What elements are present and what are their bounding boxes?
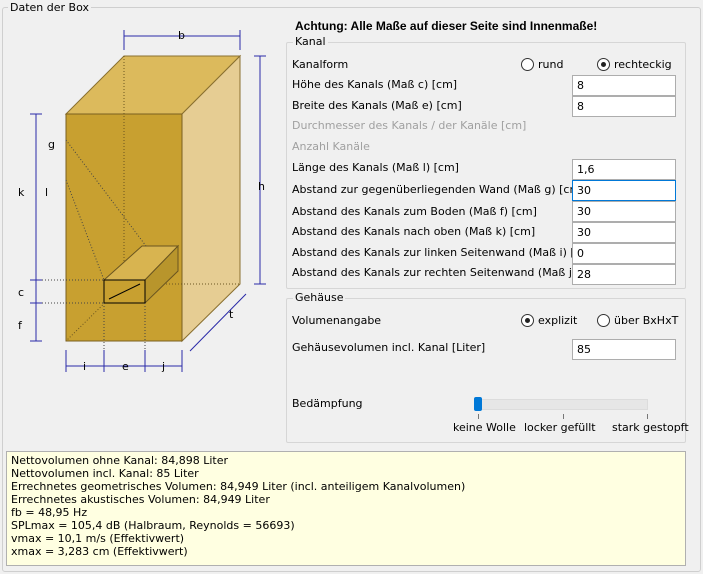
volumenangabe-label: Volumenangabe — [292, 314, 382, 327]
innenmass-warning: Achtung: Alle Maße auf dieser Seite sind… — [295, 19, 598, 33]
result-line: xmax = 3,283 cm (Effektivwert) — [11, 545, 188, 558]
abstand-rechts-label: Abstand des Kanals zur rechten Seitenwan… — [292, 266, 606, 279]
result-line: Nettovolumen ohne Kanal: 84,898 Liter — [11, 454, 229, 467]
kanal-breite-label: Breite des Kanals (Maß e) [cm] — [292, 99, 462, 112]
result-line: SPLmax = 105,4 dB (Halbraum, Reynolds = … — [11, 519, 295, 532]
kanal-anzahl-label: Anzahl Kanäle — [292, 140, 370, 153]
gehaeusevolumen-input[interactable]: 85 — [572, 339, 676, 360]
kanal-laenge-input[interactable]: 1,6 — [572, 159, 676, 180]
radio-explizit[interactable]: explizit — [521, 314, 577, 327]
result-line: vmax = 10,1 m/s (Effektivwert) — [11, 532, 185, 545]
abstand-wand-input[interactable]: 30 — [572, 180, 676, 201]
dim-label-j: j — [161, 360, 165, 373]
box-diagram: b h t g k l c f i e j — [18, 29, 266, 373]
result-line: Errechnetes geometrisches Volumen: 84,94… — [11, 480, 466, 493]
abstand-oben-input[interactable]: 30 — [572, 222, 676, 243]
slider-tick — [647, 414, 648, 419]
radio-rechteckig-label: rechteckig — [614, 58, 672, 71]
kanal-hoehe-input[interactable]: 8 — [572, 75, 676, 96]
daempfung-slider-track[interactable] — [474, 399, 648, 410]
slider-tick — [563, 414, 564, 419]
radio-bxhxt-indicator[interactable] — [597, 314, 610, 327]
dim-label-i: i — [83, 360, 86, 373]
radio-rechteckig[interactable]: rechteckig — [597, 58, 672, 71]
radio-explizit-indicator[interactable] — [521, 314, 534, 327]
kanal-durchmesser-label: Durchmesser des Kanals / der Kanäle [cm] — [292, 119, 527, 132]
dim-label-h: h — [258, 180, 265, 193]
radio-rund-indicator[interactable] — [521, 58, 534, 71]
slider-tick — [478, 414, 479, 419]
daempfung-label: Bedämpfung — [292, 397, 363, 410]
kanal-breite-input[interactable]: 8 — [572, 96, 676, 117]
radio-bxhxt-label: über BxHxT — [614, 314, 679, 327]
daempfung-slider-thumb[interactable] — [474, 397, 482, 411]
slider-tick-label: locker gefüllt — [524, 421, 596, 434]
dim-label-e: e — [122, 360, 129, 373]
dim-label-c: c — [18, 286, 24, 299]
dim-label-l: l — [45, 186, 48, 199]
abstand-links-label: Abstand des Kanals zur linken Seitenwand… — [292, 246, 596, 259]
abstand-oben-label: Abstand des Kanals nach oben (Maß k) [cm… — [292, 225, 536, 238]
abstand-boden-label: Abstand des Kanals zum Boden (Maß f) [cm… — [292, 205, 537, 218]
kanal-group-title: Kanal — [293, 35, 328, 49]
kanalform-label: Kanalform — [292, 58, 349, 71]
radio-rund-label: rund — [538, 58, 564, 71]
radio-rechteckig-indicator[interactable] — [597, 58, 610, 71]
radio-rund[interactable]: rund — [521, 58, 563, 71]
result-line: fb = 48,95 Hz — [11, 506, 88, 519]
dim-label-g: g — [48, 138, 55, 151]
results-panel: Nettovolumen ohne Kanal: 84,898 Liter Ne… — [6, 451, 686, 566]
dim-label-k: k — [18, 186, 25, 199]
dim-label-t: t — [229, 308, 234, 321]
kanal-hoehe-label: Höhe des Kanals (Maß c) [cm] — [292, 78, 458, 91]
result-line: Errechnetes akustisches Volumen: 84,949 … — [11, 493, 270, 506]
dim-label-b: b — [178, 29, 185, 42]
slider-tick-label: keine Wolle — [453, 421, 516, 434]
abstand-links-input[interactable]: 0 — [572, 243, 676, 264]
gehaeusevolumen-label: Gehäusevolumen incl. Kanal [Liter] — [292, 341, 486, 354]
dim-label-f: f — [18, 319, 23, 332]
result-line: Nettovolumen incl. Kanal: 85 Liter — [11, 467, 199, 480]
kanal-laenge-label: Länge des Kanals (Maß l) [cm] — [292, 161, 459, 174]
radio-explizit-label: explizit — [538, 314, 578, 327]
gehaeuse-group-title: Gehäuse — [293, 291, 346, 305]
abstand-rechts-input[interactable]: 28 — [572, 264, 676, 285]
slider-tick-label: stark gestopft — [612, 421, 689, 434]
abstand-boden-input[interactable]: 30 — [572, 201, 676, 222]
radio-bxhxt[interactable]: über BxHxT — [597, 314, 678, 327]
abstand-wand-label: Abstand zur gegenüberliegenden Wand (Maß… — [292, 183, 585, 196]
